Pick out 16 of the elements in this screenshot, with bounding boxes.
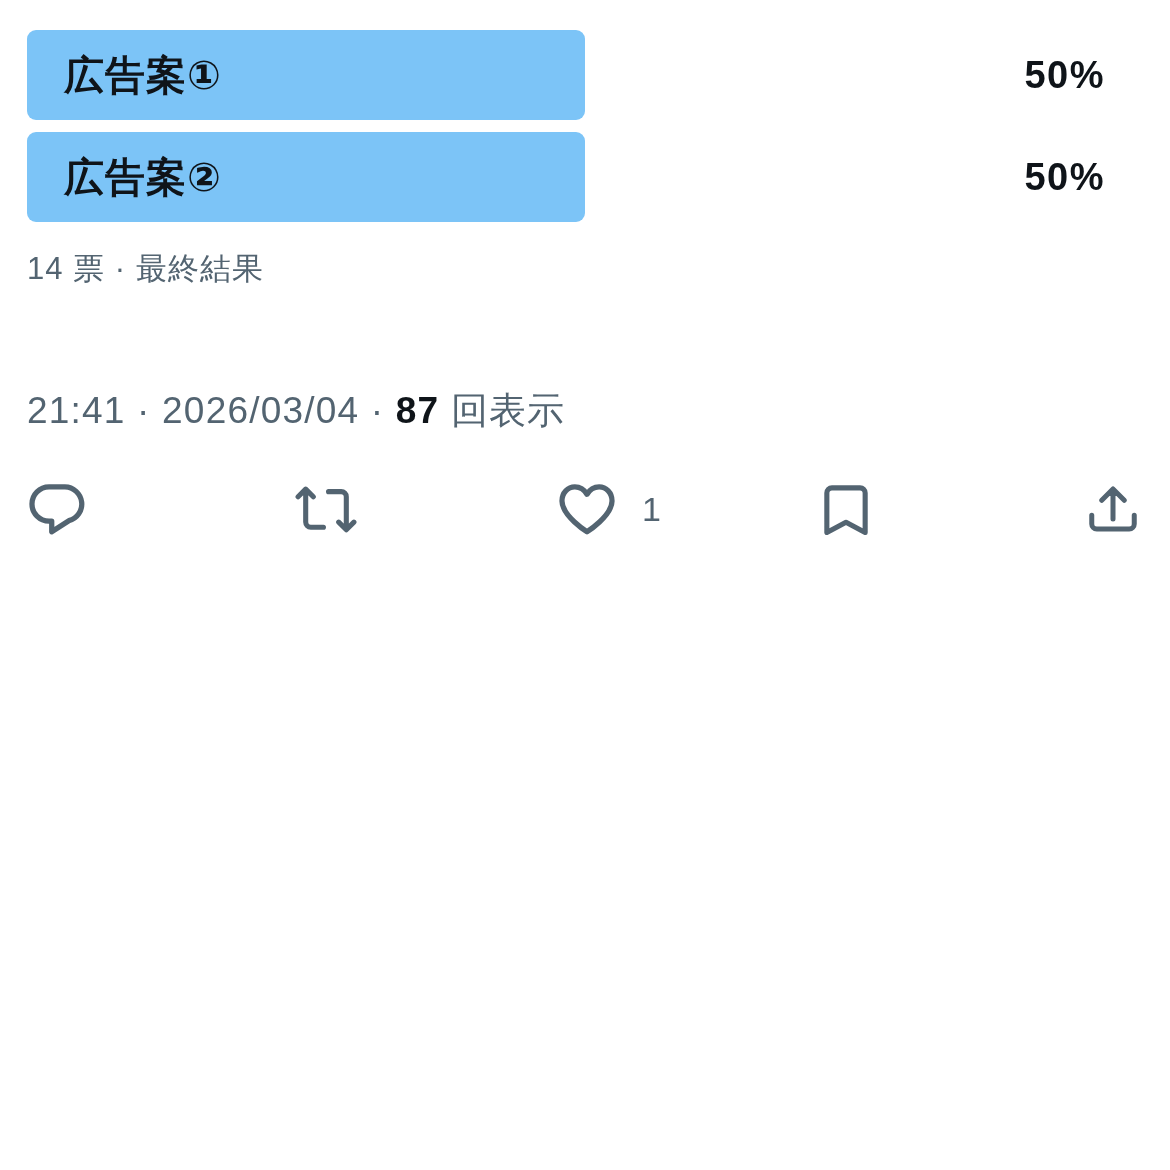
heart-button[interactable]: 1 — [558, 483, 661, 536]
share-button[interactable] — [1088, 484, 1138, 535]
option-label: 広告案② — [64, 154, 222, 200]
option-percent: 50% — [1024, 155, 1105, 200]
option-label: 広告案① — [64, 52, 222, 98]
option-percent: 50% — [1024, 53, 1105, 98]
repost-icon — [293, 483, 359, 535]
bookmark-button[interactable] — [823, 483, 869, 535]
reply-icon — [28, 483, 86, 536]
bookmark-icon — [823, 483, 869, 535]
post-meta: 21:41 · 2026/03/04 · 87 回表示 — [27, 391, 567, 431]
poll-summary: 14 票 · 最終結果 — [27, 250, 265, 288]
heart-icon — [558, 483, 616, 536]
reply-button[interactable] — [28, 483, 86, 536]
share-icon — [1088, 484, 1138, 535]
repost-button[interactable] — [293, 483, 359, 535]
